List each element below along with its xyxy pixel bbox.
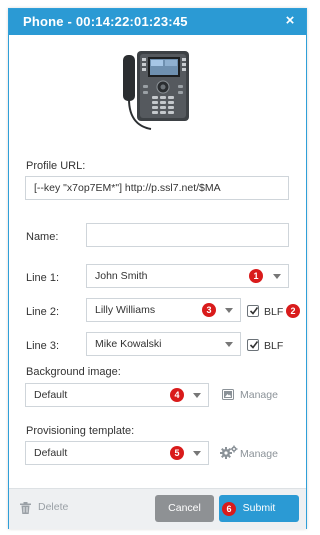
close-icon[interactable]: × (282, 13, 298, 29)
chevron-down-icon (273, 274, 281, 279)
line3-blf-label: BLF (264, 340, 284, 352)
line1-label: Line 1: (26, 272, 60, 284)
line2-select[interactable]: Lilly Williams (86, 298, 241, 322)
delete-label: Delete (38, 501, 69, 513)
name-label: Name: (26, 231, 59, 243)
dialog-footer: Delete Cancel Submit 6 (9, 488, 306, 529)
line3-value: Mike Kowalski (95, 338, 162, 350)
line2-blf-label: BLF (264, 306, 284, 318)
image-icon[interactable] (222, 389, 234, 400)
callout-badge-4: 4 (170, 388, 184, 402)
callout-badge-6: 6 (222, 502, 236, 516)
ip-phone-image (123, 51, 189, 130)
chevron-down-icon (225, 342, 233, 347)
callout-badge-1: 1 (249, 269, 263, 283)
name-input[interactable] (86, 223, 289, 247)
background-manage-link[interactable]: Manage (240, 389, 278, 401)
line3-blf-checkbox[interactable] (247, 339, 259, 351)
background-image-value: Default (34, 389, 68, 401)
submit-label: Submit (242, 502, 276, 514)
profile-url-input[interactable]: [--key "x7op7EM*"] http://p.ssl7.net/$MA (25, 176, 289, 200)
cancel-button[interactable]: Cancel (155, 495, 214, 522)
chevron-down-icon (193, 451, 201, 456)
callout-badge-3: 3 (202, 303, 216, 317)
background-image-label: Background image: (26, 366, 121, 378)
line3-label: Line 3: (26, 340, 60, 352)
line2-label: Line 2: (26, 306, 60, 318)
check-icon (249, 307, 259, 315)
trash-icon (20, 502, 31, 514)
phone-dialog: Phone - 00:14:22:01:23:45 × Profile URL:… (8, 8, 307, 529)
dialog-title: Phone - 00:14:22:01:23:45 (23, 14, 188, 29)
line2-value: Lilly Williams (95, 304, 156, 316)
gears-icon[interactable] (220, 445, 238, 459)
line1-value: John Smith (95, 270, 148, 282)
dialog-titlebar: Phone - 00:14:22:01:23:45 × (9, 9, 306, 35)
line2-blf-checkbox[interactable] (247, 305, 259, 317)
provisioning-template-value: Default (34, 447, 68, 459)
callout-badge-2: 2 (286, 304, 300, 318)
chevron-down-icon (193, 393, 201, 398)
profile-url-label: Profile URL: (26, 160, 86, 172)
callout-badge-5: 5 (170, 446, 184, 460)
chevron-down-icon (225, 308, 233, 313)
check-icon (249, 341, 259, 349)
template-manage-link[interactable]: Manage (240, 448, 278, 460)
line3-select[interactable]: Mike Kowalski (86, 332, 241, 356)
provisioning-template-label: Provisioning template: (26, 425, 135, 437)
